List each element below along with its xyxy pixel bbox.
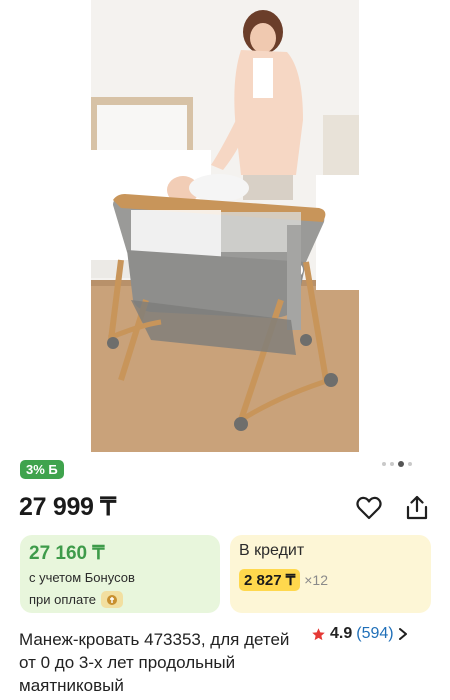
credit-monthly-amount: 2 827 ₸ bbox=[239, 569, 301, 591]
star-icon bbox=[312, 627, 325, 640]
carousel-dot[interactable] bbox=[390, 462, 394, 466]
rating-score: 4.9 bbox=[330, 625, 353, 642]
chevron-right-icon bbox=[398, 628, 407, 640]
product-photo-illustration bbox=[91, 0, 359, 452]
product-rating[interactable]: 4.9 (594) bbox=[311, 625, 408, 643]
product-photo[interactable] bbox=[91, 0, 359, 452]
bonus-payment-caption: при оплате bbox=[29, 591, 123, 608]
bonus-percent-badge: 3% Б bbox=[20, 460, 64, 479]
carousel-dot[interactable] bbox=[382, 462, 386, 466]
bonus-caption: с учетом Бонусов bbox=[29, 570, 135, 585]
bonus-price-card[interactable]: 27 160 ₸ с учетом Бонусов при оплате bbox=[20, 535, 220, 613]
bonus-price: 27 160 ₸ bbox=[29, 543, 105, 564]
share-icon bbox=[406, 495, 428, 520]
credit-row: 2 827 ₸ ×12 bbox=[239, 569, 328, 591]
carousel-dot-active[interactable] bbox=[398, 461, 404, 467]
bonus-payment-text: при оплате bbox=[29, 592, 96, 607]
coin-icon bbox=[100, 591, 123, 608]
credit-card[interactable]: В кредит 2 827 ₸ ×12 bbox=[230, 535, 431, 613]
product-title: Манеж-кровать 473353, для детей от 0 до … bbox=[19, 630, 290, 695]
credit-months: ×12 bbox=[304, 572, 328, 588]
product-price: 27 999 ₸ bbox=[19, 493, 116, 521]
share-button[interactable] bbox=[403, 494, 431, 522]
heart-icon bbox=[356, 496, 382, 520]
carousel-dot[interactable] bbox=[408, 462, 412, 466]
product-gallery[interactable] bbox=[0, 0, 450, 452]
review-count[interactable]: (594) bbox=[356, 625, 393, 643]
credit-title: В кредит bbox=[239, 542, 305, 559]
carousel-indicator bbox=[382, 461, 412, 467]
favorite-button[interactable] bbox=[355, 494, 383, 522]
